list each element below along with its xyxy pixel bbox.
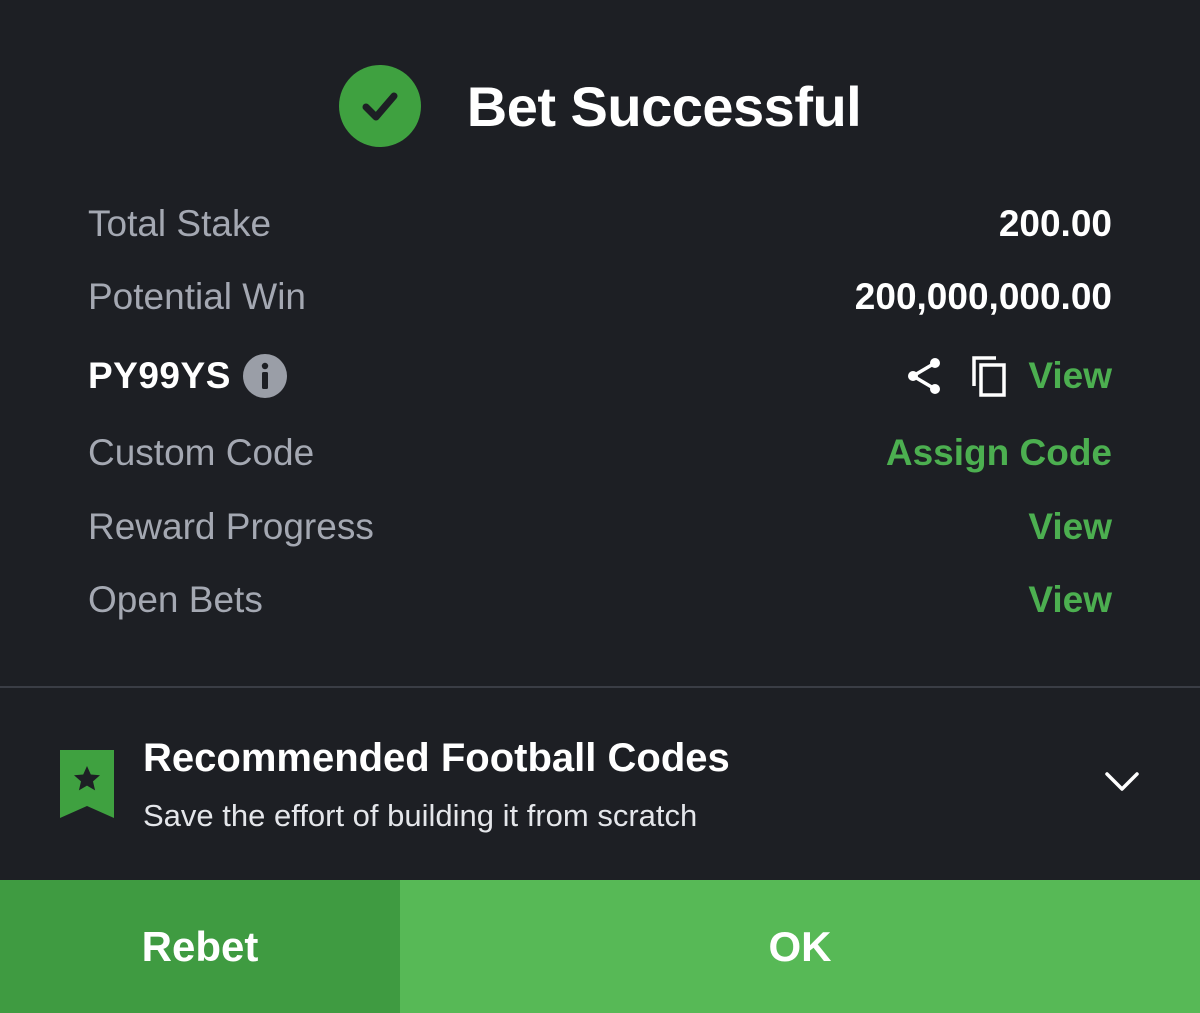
booking-code-actions: View [904, 354, 1112, 398]
open-bets-row: Open Bets View [88, 575, 1112, 625]
custom-code-label: Custom Code [88, 432, 315, 473]
rebet-button[interactable]: Rebet [0, 880, 400, 1013]
recommended-subtitle: Save the effort of building it from scra… [143, 798, 698, 833]
total-stake-label: Total Stake [88, 203, 272, 244]
reward-progress-label: Reward Progress [88, 506, 374, 547]
reward-progress-row: Reward Progress View [88, 502, 1112, 552]
share-icon[interactable] [904, 355, 944, 397]
potential-win-row: Potential Win 200,000,000.00 [88, 272, 1112, 322]
dialog-header: Bet Successful [0, 64, 1200, 148]
bookmark-star-icon [60, 750, 114, 823]
copy-icon[interactable] [970, 354, 1008, 398]
bet-success-dialog: Bet Successful Total Stake 200.00 Potent… [0, 0, 1200, 1013]
booking-code-group: PY99YS [88, 354, 287, 398]
booking-code-row: PY99YS View [88, 351, 1112, 401]
custom-code-row: Custom Code Assign Code [88, 428, 1112, 478]
total-stake-value: 200.00 [998, 203, 1112, 244]
check-circle-icon [338, 65, 421, 147]
total-stake-row: Total Stake 200.00 [88, 199, 1112, 249]
info-icon[interactable] [242, 354, 287, 398]
booking-code-view-link[interactable]: View [1028, 355, 1112, 397]
open-bets-view-link[interactable]: View [1028, 579, 1112, 621]
open-bets-label: Open Bets [88, 579, 263, 620]
potential-win-value: 200,000,000.00 [854, 276, 1112, 317]
assign-code-link[interactable]: Assign Code [886, 432, 1112, 474]
page-title: Bet Successful [466, 74, 862, 138]
recommended-codes-panel[interactable]: Recommended Football Codes Save the effo… [0, 688, 1200, 880]
chevron-down-icon[interactable] [1104, 770, 1140, 799]
potential-win-label: Potential Win [88, 276, 306, 317]
ok-button[interactable]: OK [400, 880, 1200, 1013]
dialog-footer: Rebet OK [0, 880, 1200, 1013]
reward-progress-view-link[interactable]: View [1028, 506, 1112, 548]
recommended-title: Recommended Football Codes [143, 736, 730, 780]
booking-code: PY99YS [88, 355, 231, 396]
